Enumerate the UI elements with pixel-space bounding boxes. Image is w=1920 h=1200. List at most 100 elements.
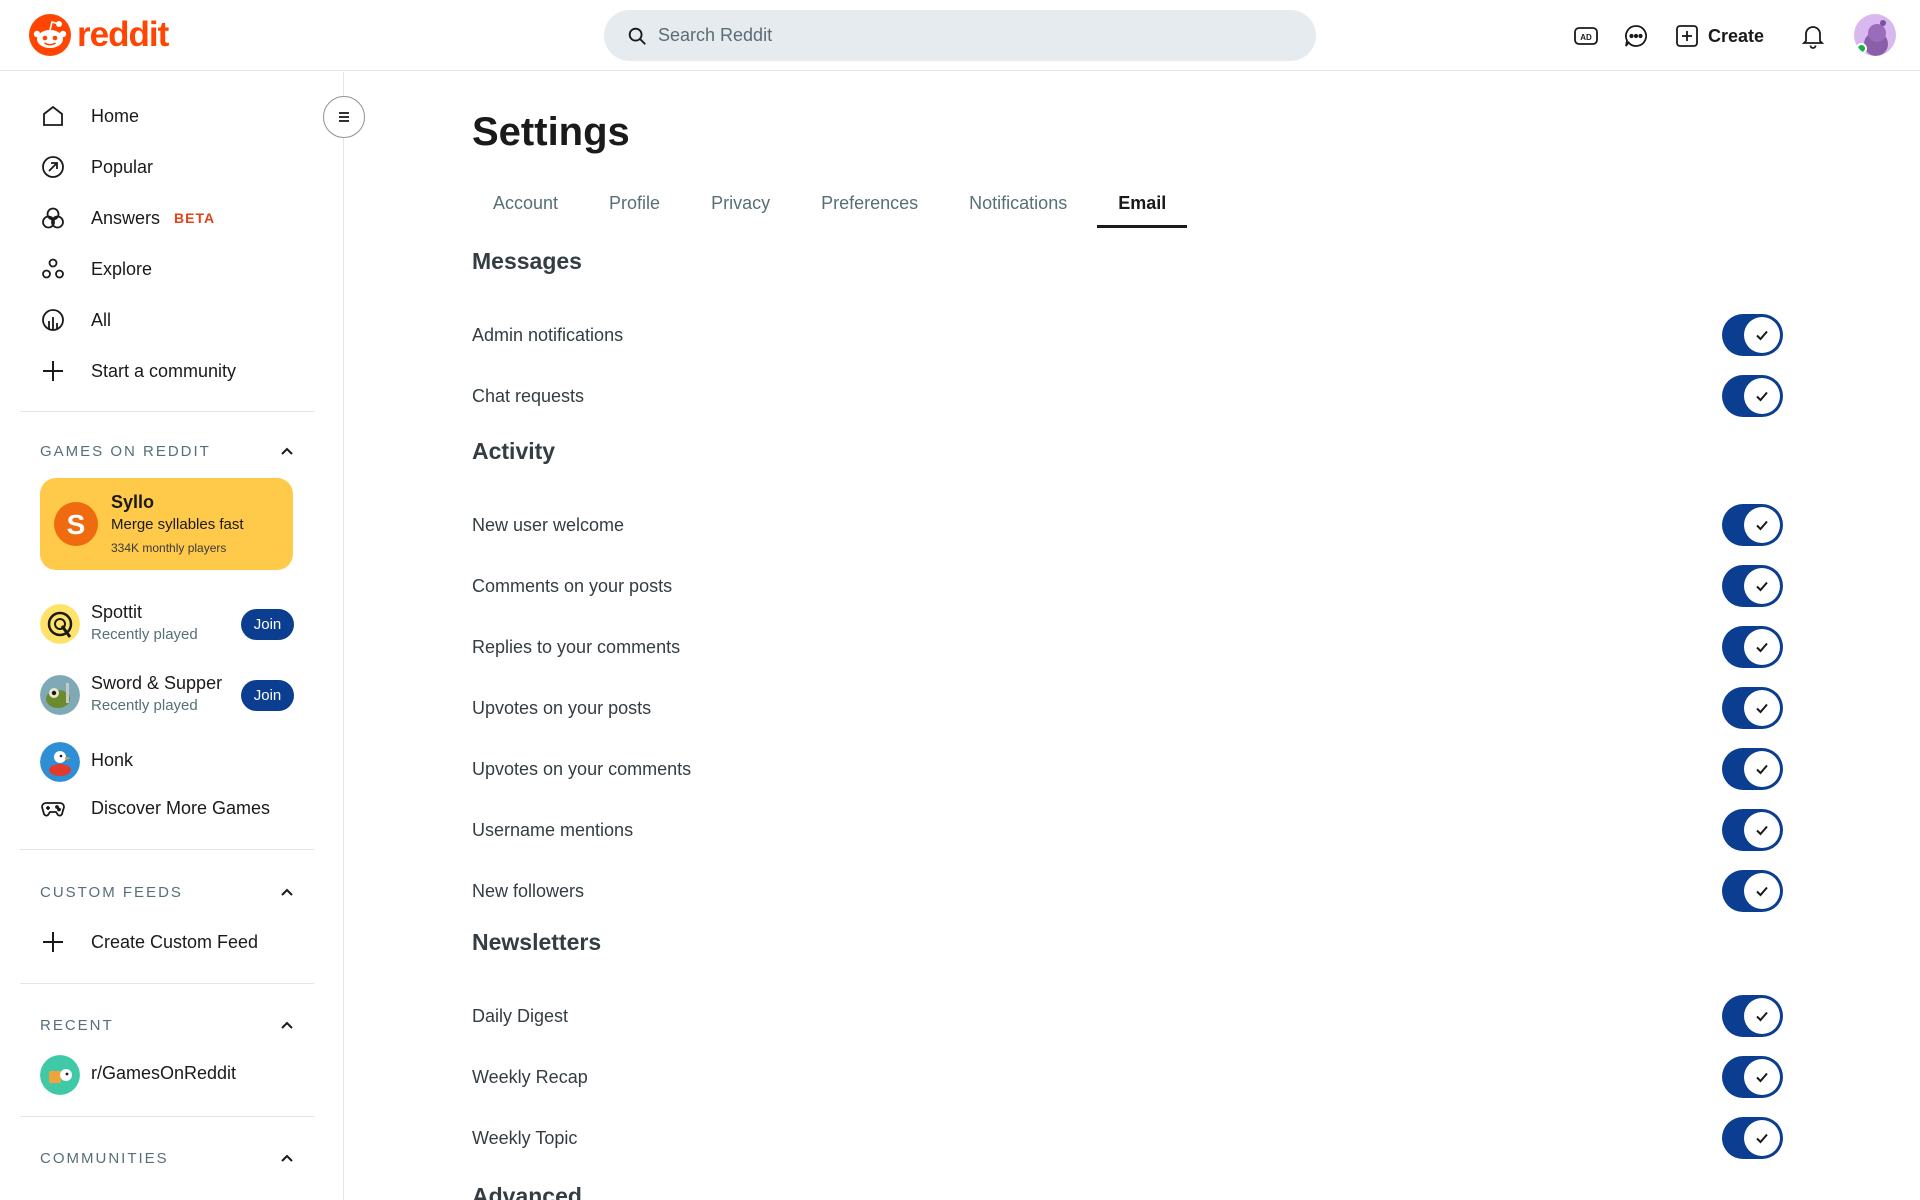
setting-toggle[interactable] [1722, 626, 1783, 668]
answers-icon [42, 207, 64, 229]
chat-button[interactable] [1620, 20, 1652, 52]
game-name: Spottit [91, 602, 143, 622]
nav-popular[interactable]: Popular [40, 145, 153, 189]
setting-toggle[interactable] [1722, 748, 1783, 790]
all-icon-wrap [40, 306, 80, 334]
create-label: Create [1708, 25, 1765, 46]
check-icon [1756, 642, 1768, 653]
logo-wordmark: reddit [77, 15, 169, 54]
discover-more-games-label: Discover More Games [91, 797, 271, 818]
answers-icon-wrap [40, 204, 80, 232]
featured-game-title: Syllo [111, 492, 155, 512]
check-icon [1756, 391, 1768, 402]
check-icon [1756, 1072, 1768, 1083]
setting-toggle[interactable] [1722, 1056, 1783, 1098]
recent-item[interactable]: r/GamesOnReddit [40, 1053, 294, 1097]
nav-all-label: All [91, 309, 112, 330]
section-heading: Newsletters [472, 929, 602, 955]
chevron-up-icon [281, 1154, 293, 1162]
online-indicator [1856, 43, 1867, 54]
join-button[interactable]: Join [241, 609, 294, 640]
join-button[interactable]: Join [241, 680, 294, 711]
reddit-logo[interactable]: reddit [29, 14, 169, 56]
user-avatar[interactable] [1854, 14, 1896, 56]
section-heading: Activity [472, 438, 556, 464]
sword-supper-avatar [40, 675, 80, 715]
tab-privacy[interactable]: Privacy [690, 182, 791, 228]
plus-icon-wrap [40, 928, 80, 956]
create-button[interactable]: Create [1674, 18, 1764, 54]
game-name: Sword & Supper [91, 673, 223, 693]
chevron-up-icon [281, 1021, 293, 1029]
advertise-button[interactable]: AD [1570, 20, 1602, 52]
toggle-knob [1744, 812, 1780, 848]
games-section-title: GAMES ON REDDIT [40, 442, 211, 460]
section-heading: Messages [472, 248, 582, 274]
notifications-button[interactable] [1797, 20, 1829, 52]
tab-profile[interactable]: Profile [588, 182, 681, 228]
search-input[interactable] [658, 25, 1278, 46]
tab-account[interactable]: Account [472, 182, 579, 228]
setting-toggle[interactable] [1722, 995, 1783, 1037]
nav-start-community[interactable]: Start a community [40, 349, 236, 393]
setting-toggle[interactable] [1722, 1117, 1783, 1159]
search-bar[interactable] [604, 10, 1316, 61]
tab-preferences[interactable]: Preferences [800, 182, 939, 228]
spottit-avatar [40, 604, 80, 644]
setting-label: New followers [472, 881, 585, 901]
setting-toggle[interactable] [1722, 504, 1783, 546]
setting-toggle[interactable] [1722, 565, 1783, 607]
featured-game-card[interactable]: S Syllo Merge syllables fast 334K monthl… [40, 478, 293, 570]
section-heading: Advanced [472, 1183, 582, 1200]
nav-popular-label: Popular [91, 156, 154, 177]
setting-label: Upvotes on your comments [472, 759, 692, 779]
setting-toggle[interactable] [1722, 314, 1783, 356]
toggle-knob [1744, 317, 1780, 353]
custom-feeds-toggle[interactable]: CUSTOM FEEDS [40, 877, 296, 907]
beta-badge: BETA [174, 210, 216, 226]
setting-toggle[interactable] [1722, 687, 1783, 729]
tab-notifications[interactable]: Notifications [948, 182, 1088, 228]
honk-logo-icon [40, 742, 80, 782]
game-item-honk[interactable]: Honk [40, 740, 294, 784]
toggle-knob [1744, 690, 1780, 726]
create-custom-feed-label: Create Custom Feed [91, 931, 259, 952]
collapse-sidebar-button[interactable] [323, 96, 365, 138]
featured-game-players: 334K monthly players [111, 541, 227, 555]
svg-text:AD: AD [1580, 33, 1592, 42]
games-section-toggle[interactable]: GAMES ON REDDIT [40, 436, 296, 466]
left-sidebar: Home Popular Answers BETA Explore All St… [0, 72, 344, 1200]
home-icon-wrap [40, 102, 80, 130]
setting-label: Weekly Topic [472, 1128, 578, 1148]
setting-toggle[interactable] [1722, 870, 1783, 912]
nav-answers[interactable]: Answers BETA [40, 196, 215, 240]
toggle-knob [1744, 1059, 1780, 1095]
setting-label: Comments on your posts [472, 576, 673, 596]
check-icon [1756, 764, 1768, 775]
nav-explore[interactable]: Explore [40, 247, 152, 291]
communities-toggle[interactable]: COMMUNITIES [40, 1143, 296, 1173]
game-item-sword-supper[interactable]: Sword & Supper Recently played Join [40, 671, 294, 719]
explore-icon [42, 258, 64, 279]
check-icon [1756, 1011, 1768, 1022]
nav-start-community-label: Start a community [91, 360, 237, 381]
discover-more-games[interactable]: Discover More Games [40, 786, 270, 830]
recent-toggle[interactable]: RECENT [40, 1010, 296, 1040]
tab-email[interactable]: Email [1097, 182, 1188, 228]
game-item-spottit[interactable]: Spottit Recently played Join [40, 600, 294, 648]
plus-square-icon [1676, 25, 1698, 47]
custom-feeds-title: CUSTOM FEEDS [40, 883, 183, 901]
setting-label: Username mentions [472, 820, 634, 840]
honk-avatar [40, 742, 80, 782]
setting-toggle[interactable] [1722, 375, 1783, 417]
check-icon [1756, 1133, 1768, 1144]
plus-icon-wrap [40, 357, 80, 385]
bell-icon [1801, 26, 1825, 49]
nav-home[interactable]: Home [40, 94, 139, 138]
setting-toggle[interactable] [1722, 809, 1783, 851]
create-custom-feed[interactable]: Create Custom Feed [40, 920, 258, 964]
nav-all[interactable]: All [40, 298, 111, 342]
gamepad-icon-wrap [40, 794, 80, 822]
toggle-knob [1744, 507, 1780, 543]
featured-game-subtitle: Merge syllables fast [111, 516, 244, 533]
